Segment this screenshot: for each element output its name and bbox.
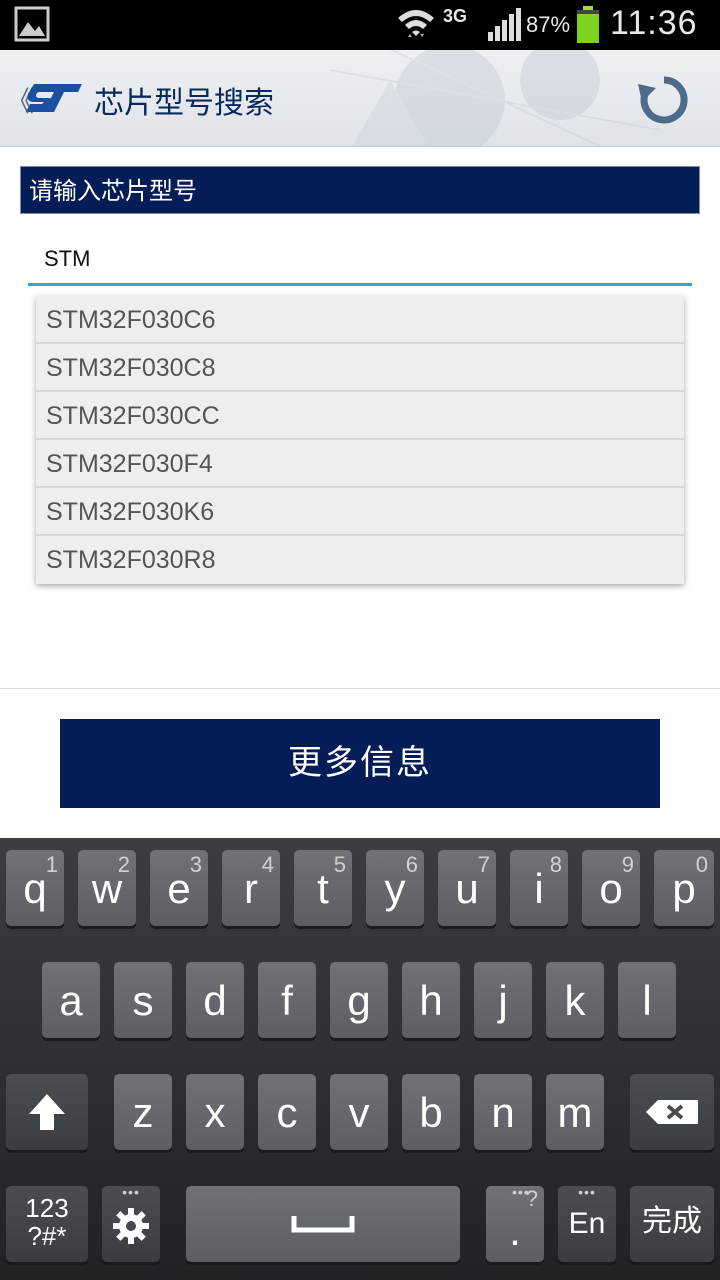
chip-model-search-input[interactable] — [28, 240, 692, 286]
key-m[interactable]: m — [546, 1074, 604, 1150]
input-prompt-header: 请输入芯片型号 — [20, 166, 700, 214]
autocomplete-dropdown: STM32F030C6 STM32F030C8 STM32F030CC STM3… — [36, 296, 684, 584]
key-g[interactable]: g — [330, 962, 388, 1038]
soft-keyboard: 1q 2w 3e 4r 5t 6y 7u 8i 9o 0p a s d f g … — [0, 838, 720, 1280]
clock: 11:36 — [610, 4, 698, 42]
more-info-button[interactable]: 更多信息 — [60, 719, 660, 808]
st-logo-icon[interactable] — [24, 80, 84, 116]
key-l[interactable]: l — [618, 962, 676, 1038]
key-w[interactable]: 2w — [78, 850, 136, 926]
key-f[interactable]: f — [258, 962, 316, 1038]
key-x[interactable]: x — [186, 1074, 244, 1150]
key-q[interactable]: 1q — [6, 850, 64, 926]
key-a[interactable]: a — [42, 962, 100, 1038]
wifi-icon — [398, 10, 434, 37]
divider — [0, 688, 720, 689]
key-p[interactable]: 0p — [654, 850, 714, 926]
key-r[interactable]: 4r — [222, 850, 280, 926]
shift-arrow-icon — [29, 1094, 65, 1130]
space-key[interactable] — [186, 1186, 460, 1262]
action-bar: 《 芯片型号搜索 — [0, 50, 720, 147]
symbols-key[interactable]: 123 ?#* — [6, 1186, 88, 1262]
key-y[interactable]: 6y — [366, 850, 424, 926]
done-key[interactable]: 完成 — [630, 1186, 714, 1262]
suggestion-item[interactable]: STM32F030F4 — [36, 440, 684, 488]
settings-key[interactable]: ••• — [102, 1184, 160, 1262]
suggestion-item[interactable]: STM32F030CC — [36, 392, 684, 440]
page-title: 芯片型号搜索 — [94, 86, 274, 121]
key-c[interactable]: c — [258, 1074, 316, 1150]
language-key[interactable]: ••• En — [558, 1184, 616, 1262]
key-k[interactable]: k — [546, 962, 604, 1038]
key-u[interactable]: 7u — [438, 850, 496, 926]
key-s[interactable]: s — [114, 962, 172, 1038]
key-b[interactable]: b — [402, 1074, 460, 1150]
refresh-icon[interactable] — [636, 72, 692, 128]
key-d[interactable]: d — [186, 962, 244, 1038]
key-h[interactable]: h — [402, 962, 460, 1038]
key-v[interactable]: v — [330, 1074, 388, 1150]
header-decoration — [330, 50, 660, 146]
battery-icon — [577, 6, 599, 43]
backspace-key[interactable] — [630, 1074, 714, 1150]
key-i[interactable]: 8i — [510, 850, 568, 926]
suggestion-item[interactable]: STM32F030K6 — [36, 488, 684, 536]
status-bar: 3G 87% 11:36 — [0, 0, 720, 50]
suggestion-item[interactable]: STM32F030C6 — [36, 296, 684, 344]
key-t[interactable]: 5t — [294, 850, 352, 926]
backspace-icon — [646, 1100, 698, 1124]
network-type-label: 3G — [443, 6, 468, 26]
key-n[interactable]: n — [474, 1074, 532, 1150]
key-z[interactable]: z — [114, 1074, 172, 1150]
key-o[interactable]: 9o — [582, 850, 640, 926]
key-e[interactable]: 3e — [150, 850, 208, 926]
key-j[interactable]: j — [474, 962, 532, 1038]
gallery-notification-icon — [14, 6, 50, 42]
signal-icon — [488, 8, 521, 41]
suggestion-item[interactable]: STM32F030C8 — [36, 344, 684, 392]
gear-icon — [113, 1208, 149, 1244]
battery-percent: 87% — [526, 12, 571, 37]
period-key[interactable]: ••• ? . — [486, 1184, 544, 1262]
shift-key[interactable] — [6, 1074, 88, 1150]
space-bar-icon — [291, 1216, 355, 1233]
suggestion-item[interactable]: STM32F030R8 — [36, 536, 684, 584]
